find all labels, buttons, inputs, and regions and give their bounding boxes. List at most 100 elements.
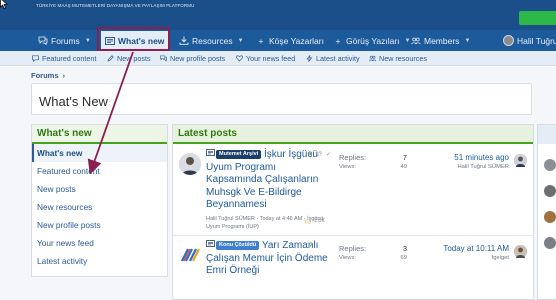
main-navigation: Forums ▼ What's new Resources ▼ + Köşe Y… <box>0 30 556 51</box>
last-post-user[interactable]: Halil Tuğrul SÜMER <box>411 163 509 171</box>
plus-icon: + <box>335 35 341 46</box>
subnav-new-resources-label: New resources <box>379 54 427 63</box>
nav-resources[interactable]: Resources ▼ <box>179 30 244 51</box>
sub-navigation: Featured content New posts New profile p… <box>0 51 556 66</box>
nav-gorus-yazilari[interactable]: + Görüş Yazıları ▼ <box>333 30 411 51</box>
last-poster-avatar[interactable] <box>514 154 527 167</box>
chevron-down-icon: ▼ <box>404 37 411 44</box>
user-avatar <box>503 35 514 46</box>
solved-check-icon: ✓ <box>309 243 315 249</box>
member-avatar[interactable] <box>544 211 556 223</box>
replies-label: Replies: <box>339 153 367 162</box>
nav-kose-yazarlari-label: Köşe Yazarları <box>269 35 324 46</box>
right-sidebar-heading <box>538 125 556 144</box>
sidebar-item-new-profile-posts[interactable]: New profile posts <box>32 216 167 234</box>
heart-icon <box>236 55 243 62</box>
member-avatar[interactable] <box>544 237 556 249</box>
subnav-new-profile-posts[interactable]: New profile posts <box>160 51 225 66</box>
thread-row: Konu Çözüldü Yarı Zamanlı Çalışan Memur … <box>173 237 533 299</box>
comments-icon <box>160 55 167 62</box>
nav-members-label: Members <box>424 35 460 46</box>
thread-status-icons: ✓ <box>309 242 314 249</box>
page-body: Forums › What's New What's new What's ne… <box>0 67 556 300</box>
replies-count: 7 <box>402 153 407 162</box>
last-post-user[interactable]: fgelget <box>411 254 509 262</box>
like-icon: 👍︎ <box>305 220 312 226</box>
thread-author-avatar[interactable] <box>179 244 201 266</box>
latest-posts-panel: Latest posts Mutemet Arşivi İşkur İşgücü… <box>172 124 534 300</box>
thread-author-avatar[interactable] <box>179 153 201 175</box>
lock-icon: 🔒︎ <box>309 151 313 157</box>
sidebar-item-new-posts[interactable]: New posts <box>32 180 167 198</box>
nav-members[interactable]: Members ▼ <box>411 30 470 51</box>
subnav-featured-content[interactable]: Featured content <box>32 51 96 66</box>
member-avatar[interactable] <box>544 159 556 171</box>
thread-prefix-badge[interactable]: Konu Çözüldü <box>216 241 260 250</box>
whats-new-sidebar: What's new What's new Featured content N… <box>31 124 168 277</box>
thread-stats: Replies: 7 Views: 49 <box>339 152 407 171</box>
views-count: 49 <box>400 164 407 170</box>
subnav-latest-activity-label: Latest activity <box>316 54 360 63</box>
sidebar-item-whats-new[interactable]: What's new <box>32 144 167 162</box>
chevron-down-icon: ▼ <box>237 37 244 44</box>
latest-posts-heading: Latest posts <box>173 125 533 144</box>
thread-title[interactable]: Mutemet Arşivi İşkur İşgücü Uyum Program… <box>206 149 334 212</box>
sidebar-heading: What's new <box>32 125 167 144</box>
site-slogan: TÜRKİYE MAAŞ MUTEMETLERİ DAYANIŞMA VE PA… <box>36 3 195 8</box>
thread-stats: Replies: 3 Views: 69 <box>339 243 407 262</box>
last-post-time[interactable]: 51 minutes ago <box>411 152 509 163</box>
thread-title[interactable]: Konu Çözüldü Yarı Zamanlı Çalışan Memur … <box>206 240 334 278</box>
chat-icon <box>38 36 48 46</box>
mouse-cursor-icon <box>0 0 8 9</box>
right-sidebar <box>537 124 556 300</box>
newspaper-icon <box>206 149 215 156</box>
nav-resources-label: Resources <box>192 35 233 46</box>
nav-kose-yazarlari[interactable]: + Köşe Yazarları <box>256 30 324 51</box>
subnav-news-feed[interactable]: Your news feed <box>236 51 295 66</box>
breadcrumb-forums[interactable]: Forums <box>31 71 59 80</box>
views-label: Views: <box>339 164 356 170</box>
nav-forums[interactable]: Forums ▼ <box>38 30 91 51</box>
newspaper-icon <box>206 240 215 247</box>
chevron-down-icon: ▼ <box>84 37 91 44</box>
download-icon <box>179 36 189 46</box>
sidebar-item-latest-activity[interactable]: Latest activity <box>32 252 167 270</box>
sidebar-item-news-feed[interactable]: Your news feed <box>32 234 167 252</box>
breadcrumb: Forums › <box>31 71 65 80</box>
page-title-box: What's New <box>31 83 532 115</box>
chevron-down-icon: ▼ <box>464 37 471 44</box>
thread-last-post: 51 minutes ago Halil Tuğrul SÜMER <box>411 152 509 171</box>
last-post-time[interactable]: Today at 10:11 AM <box>411 243 509 254</box>
users-icon <box>411 36 421 46</box>
nav-gorus-yazilari-label: Görüş Yazıları <box>346 35 400 46</box>
header-action-button[interactable] <box>519 11 556 25</box>
subnav-new-posts-label: New posts <box>117 54 151 63</box>
nav-user-name: Halil Tuğrul <box>517 35 556 46</box>
thread-edit[interactable]: 👍︎ Edit <box>305 218 325 226</box>
sidebar-item-new-resources[interactable]: New resources <box>32 198 167 216</box>
views-count: 69 <box>400 255 407 261</box>
subnav-new-resources[interactable]: New resources <box>369 51 427 66</box>
edit-link[interactable]: Edit <box>314 218 324 226</box>
subnav-new-posts[interactable]: New posts <box>107 51 151 66</box>
nav-user-menu[interactable]: Halil Tuğrul <box>503 30 556 51</box>
site-header: TÜRKİYE MAAŞ MUTEMETLERİ DAYANIŞMA VE PA… <box>0 0 556 30</box>
views-label: Views: <box>339 255 356 261</box>
thread-status-icons: 🔒︎ 📌︎ ✓ <box>309 151 331 158</box>
comment-icon <box>32 55 39 62</box>
plus-icon: + <box>258 35 264 46</box>
subnav-latest-activity[interactable]: Latest activity <box>306 51 360 66</box>
thread-row: Mutemet Arşivi İşkur İşgücü Uyum Program… <box>173 146 533 236</box>
sidebar-item-featured-content[interactable]: Featured content <box>32 162 167 180</box>
subnav-news-feed-label: Your news feed <box>246 54 296 63</box>
users-icon <box>369 55 376 62</box>
thread-prefix-badge[interactable]: Mutemet Arşivi <box>216 150 262 159</box>
last-poster-avatar[interactable] <box>514 245 527 258</box>
replies-label: Replies: <box>339 244 367 253</box>
thread-body: Konu Çözüldü Yarı Zamanlı Çalışan Memur … <box>206 240 334 278</box>
replies-count: 3 <box>402 244 407 253</box>
page-title: What's New <box>39 94 108 109</box>
member-avatar[interactable] <box>544 185 556 197</box>
breadcrumb-separator: › <box>62 71 66 80</box>
pencil-icon <box>107 55 114 62</box>
